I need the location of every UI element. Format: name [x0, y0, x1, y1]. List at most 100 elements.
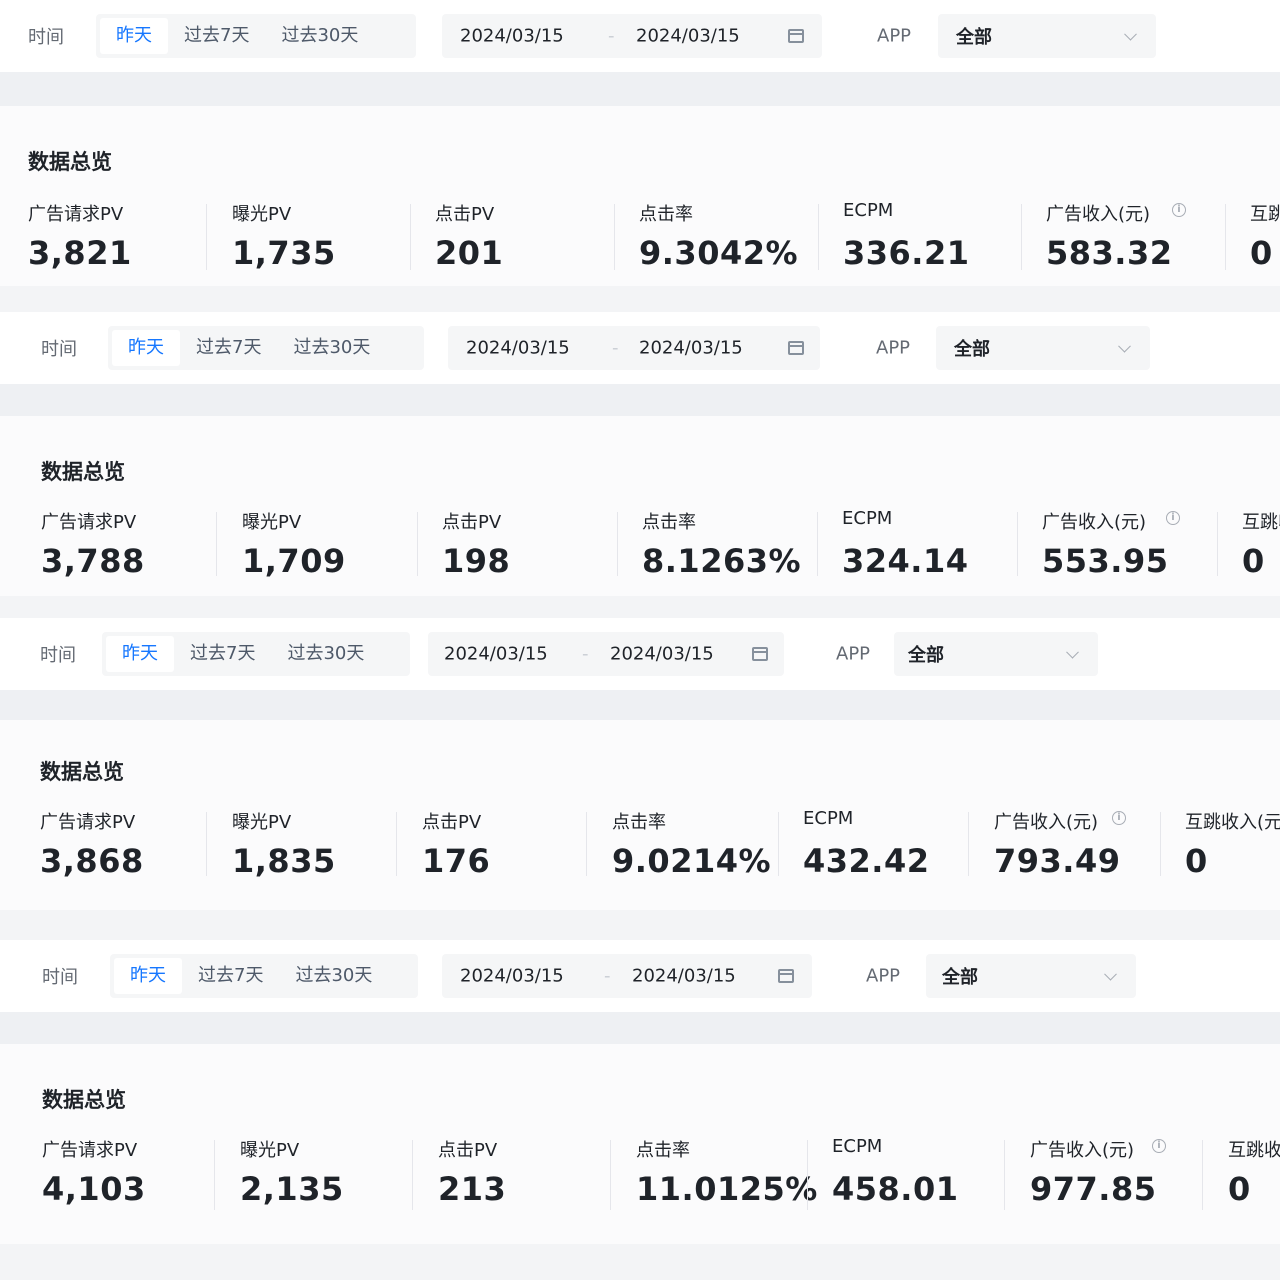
date-range-picker[interactable]: 2024/03/15 - 2024/03/15 [428, 632, 784, 676]
preset-last-7-days[interactable]: 过去7天 [174, 636, 271, 672]
metric-divider [1225, 204, 1226, 270]
metric-value: 324.14 [842, 542, 969, 580]
metric-divider [818, 204, 819, 270]
chevron-down-icon [1124, 27, 1137, 41]
filter-bar: 时间 昨天 过去7天 过去30天 2024/03/15 - 2024/03/15… [0, 618, 1280, 690]
calendar-icon[interactable] [788, 29, 804, 43]
filter-bar: 时间 昨天 过去7天 过去30天 2024/03/15 - 2024/03/15… [0, 0, 1280, 72]
metric-value: 11.0125% [636, 1170, 818, 1208]
metric-divider [206, 812, 207, 876]
metric-ad-request-pv: 广告请求PV 3,788 [41, 508, 221, 604]
app-label: APP [836, 643, 871, 665]
section-gap [0, 1012, 1280, 1044]
calendar-icon[interactable] [778, 969, 794, 983]
metric-ctr: 点击率 9.0214% [612, 808, 782, 904]
start-date[interactable]: 2024/03/15 [444, 644, 548, 665]
app-select[interactable]: 全部 [938, 14, 1156, 58]
app-select[interactable]: 全部 [926, 954, 1136, 998]
metric-divider [1217, 512, 1218, 576]
metric-cross-jump-revenue: 互跳收入(元) 0 [1242, 508, 1280, 604]
preset-last-30-days[interactable]: 过去30天 [279, 958, 388, 994]
preset-last-30-days[interactable]: 过去30天 [271, 636, 380, 672]
metric-ad-revenue: 广告收入(元) i 793.49 [994, 808, 1164, 904]
metric-ad-request-pv: 广告请求PV 3,821 [28, 200, 208, 296]
preset-last-7-days[interactable]: 过去7天 [168, 18, 265, 54]
time-label: 时间 [42, 967, 78, 988]
overview-title: 数据总览 [41, 460, 125, 484]
metric-label: 广告收入(元) [1042, 512, 1147, 533]
metric-label: 互跳收入(元) [1228, 1140, 1280, 1161]
info-icon[interactable]: i [1152, 1139, 1166, 1153]
metric-divider [1017, 512, 1018, 576]
preset-yesterday[interactable]: 昨天 [100, 18, 168, 54]
preset-yesterday[interactable]: 昨天 [106, 636, 174, 672]
metric-exposure-pv: 曝光PV 2,135 [240, 1136, 420, 1232]
metric-divider [778, 812, 779, 876]
metric-ctr: 点击率 11.0125% [636, 1136, 818, 1232]
metric-click-pv: 点击PV 198 [442, 508, 622, 604]
start-date[interactable]: 2024/03/15 [466, 338, 570, 359]
metric-label: 广告收入(元) [1030, 1140, 1135, 1161]
app-select[interactable]: 全部 [936, 326, 1150, 370]
metric-divider [417, 512, 418, 576]
end-date[interactable]: 2024/03/15 [632, 966, 736, 987]
app-select-value: 全部 [942, 967, 978, 988]
date-range-picker[interactable]: 2024/03/15 - 2024/03/15 [442, 954, 812, 998]
app-select-value: 全部 [956, 27, 992, 48]
data-overview: 数据总览 广告请求PV 3,821 曝光PV 1,735 点击PV 201 点击… [0, 106, 1280, 286]
metric-value: 9.3042% [639, 234, 799, 272]
metric-exposure-pv: 曝光PV 1,835 [232, 808, 402, 904]
app-select[interactable]: 全部 [894, 632, 1098, 676]
metric-value: 8.1263% [642, 542, 802, 580]
metric-ecpm: ECPM 458.01 [832, 1136, 1012, 1232]
chevron-down-icon [1118, 339, 1131, 353]
metric-label: 点击PV [438, 1140, 498, 1161]
preset-last-30-days[interactable]: 过去30天 [277, 330, 386, 366]
metric-label: 曝光PV [242, 512, 302, 533]
metric-ad-request-pv: 广告请求PV 3,868 [40, 808, 210, 904]
filter-bar: 时间 昨天 过去7天 过去30天 2024/03/15 - 2024/03/15… [0, 940, 1280, 1012]
metric-value: 3,821 [28, 234, 132, 272]
range-separator: - [612, 337, 619, 359]
metric-label: 曝光PV [232, 204, 292, 225]
end-date[interactable]: 2024/03/15 [636, 26, 740, 47]
metric-label: ECPM [803, 808, 854, 829]
metric-divider [1160, 812, 1161, 876]
info-icon[interactable]: i [1172, 203, 1186, 217]
end-date[interactable]: 2024/03/15 [610, 644, 714, 665]
metric-exposure-pv: 曝光PV 1,709 [242, 508, 422, 604]
time-preset-group: 昨天 过去7天 过去30天 [110, 954, 418, 998]
start-date[interactable]: 2024/03/15 [460, 966, 564, 987]
preset-last-30-days[interactable]: 过去30天 [265, 18, 374, 54]
metric-value: 553.95 [1042, 542, 1169, 580]
date-range-picker[interactable]: 2024/03/15 - 2024/03/15 [442, 14, 822, 58]
metric-label: ECPM [842, 508, 893, 529]
metric-divider [214, 1140, 215, 1210]
metric-value: 201 [435, 234, 504, 272]
info-icon[interactable]: i [1112, 811, 1126, 825]
calendar-icon[interactable] [788, 341, 804, 355]
metric-ecpm: ECPM 324.14 [842, 508, 1022, 604]
time-preset-group: 昨天 过去7天 过去30天 [96, 14, 416, 58]
metric-value: 336.21 [843, 234, 970, 272]
start-date[interactable]: 2024/03/15 [460, 26, 564, 47]
metric-value: 0 [1185, 842, 1208, 880]
preset-yesterday[interactable]: 昨天 [112, 330, 180, 366]
date-range-picker[interactable]: 2024/03/15 - 2024/03/15 [448, 326, 820, 370]
info-icon[interactable]: i [1166, 511, 1180, 525]
end-date[interactable]: 2024/03/15 [639, 338, 743, 359]
range-separator: - [608, 25, 615, 47]
metric-clip: 互跳收入(元) 0 [1185, 808, 1280, 904]
calendar-icon[interactable] [752, 647, 768, 661]
metric-label: ECPM [832, 1136, 883, 1157]
range-separator: - [604, 965, 611, 987]
metric-divider [610, 1140, 611, 1210]
metric-value: 198 [442, 542, 511, 580]
preset-last-7-days[interactable]: 过去7天 [182, 958, 279, 994]
metric-label: 广告请求PV [28, 204, 124, 225]
preset-last-7-days[interactable]: 过去7天 [180, 330, 277, 366]
metric-value: 3,788 [41, 542, 145, 580]
preset-yesterday[interactable]: 昨天 [114, 958, 182, 994]
metric-value: 1,709 [242, 542, 346, 580]
metric-value: 458.01 [832, 1170, 959, 1208]
